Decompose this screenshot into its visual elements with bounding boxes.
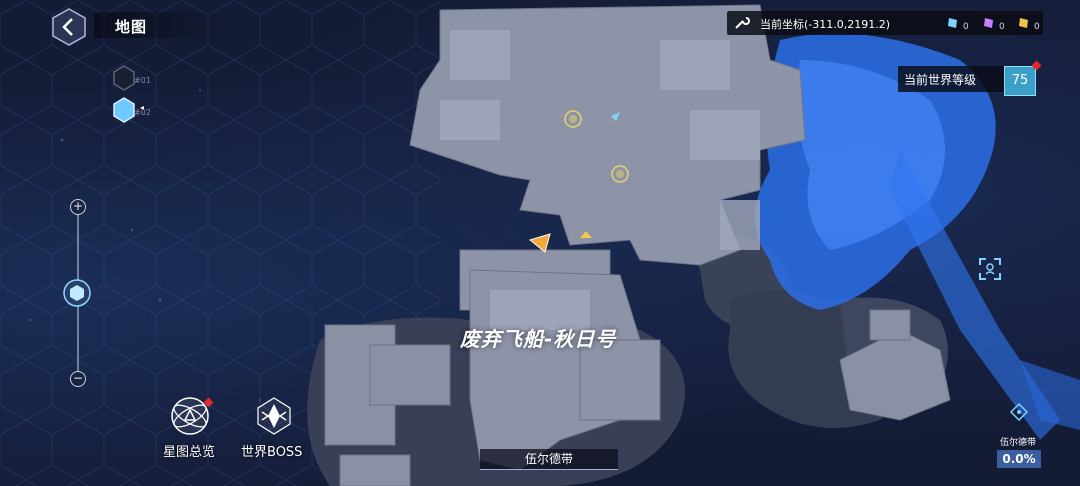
area-name-label[interactable]: 伍尔德带 (480, 449, 618, 470)
world-level-label: 当前世界等级 (904, 73, 977, 87)
map-viewport[interactable]: 地图 #01 #02 + − 当前坐标(-311.0,2191.2) 0 0 0… (0, 0, 1080, 486)
zoom-out-button[interactable]: − (70, 371, 86, 387)
purple-crystal-icon (984, 18, 993, 28)
world-boss-label: 世界BOSS (241, 445, 303, 460)
player-position-arrow (528, 233, 551, 253)
world-boss-button[interactable] (252, 394, 296, 438)
page-title: 地图 (115, 18, 148, 36)
zoom-slider-thumb[interactable] (62, 278, 92, 308)
exploration-progress[interactable]: 0.0% (997, 450, 1041, 468)
back-button[interactable] (50, 8, 88, 46)
wrench-icon[interactable] (731, 13, 751, 33)
current-coordinates: 当前坐标(-311.0,2191.2) (760, 18, 891, 31)
explorer-icon (1009, 402, 1029, 422)
floor-01-label: #01 (134, 76, 151, 85)
purple-crystal-count: 0 (999, 22, 1005, 32)
gold-crystal-icon (1019, 18, 1028, 28)
blue-crystal-icon (948, 18, 957, 28)
hexagon-icon (113, 97, 135, 123)
zoom-in-button[interactable]: + (70, 199, 86, 215)
recenter-icon[interactable] (978, 257, 1002, 281)
world-level-badge[interactable]: 75 (1004, 66, 1036, 96)
floor-02-label: #02 (134, 108, 151, 117)
hexagon-icon (113, 65, 135, 91)
region-name: 废弃飞船-秋日号 (460, 327, 617, 351)
blue-crystal-count: 0 (963, 22, 969, 32)
waypoint-marker[interactable] (616, 170, 624, 178)
gold-crystal-count: 0 (1034, 22, 1040, 32)
waypoint-marker[interactable] (569, 115, 577, 123)
exploration-area-name: 伍尔德带 (1000, 438, 1037, 448)
star-map-label: 星图总览 (163, 445, 216, 460)
